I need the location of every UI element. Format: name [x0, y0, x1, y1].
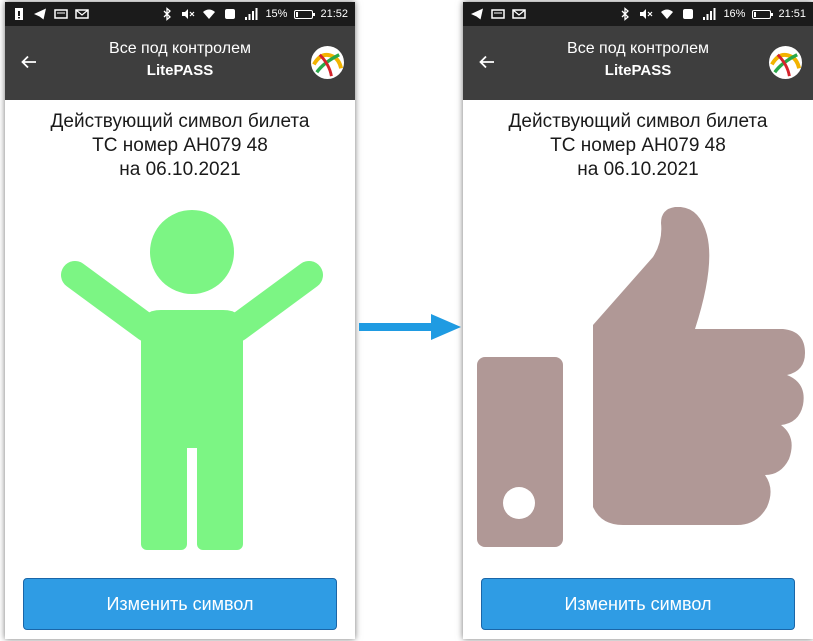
clock: 21:51 — [778, 8, 806, 20]
mail-icon — [75, 7, 89, 21]
battery-icon — [752, 9, 774, 19]
nfc-icon — [681, 7, 695, 21]
battery-icon — [294, 9, 316, 19]
status-bar: 15% 21:52 — [5, 2, 355, 26]
child-figure-icon — [61, 210, 323, 550]
ticket-date: на 06.10.2021 — [119, 159, 241, 180]
status-bar: 16% 21:51 — [463, 2, 813, 26]
wifi-icon — [660, 7, 674, 21]
app-toolbar: Все под контролем LitePASS — [463, 26, 813, 100]
notification-icon — [12, 7, 26, 21]
transition-arrow-icon — [359, 312, 463, 342]
signal-icon — [702, 7, 716, 21]
app-toolbar: Все под контролем LitePASS — [5, 26, 355, 100]
phone-screen-before: 15% 21:52 Все под контролем LitePASS Дей… — [5, 2, 355, 639]
wifi-icon — [202, 7, 216, 21]
telegram-icon — [33, 7, 47, 21]
bluetooth-icon — [618, 7, 632, 21]
signal-icon — [244, 7, 258, 21]
app-subtitle: LitePASS — [146, 62, 214, 79]
app-subtitle: LitePASS — [604, 62, 672, 79]
mute-icon — [639, 7, 653, 21]
app-logo-icon — [310, 45, 345, 80]
phone-screen-after: 16% 21:51 Все под контролем LitePASS Дей… — [463, 2, 813, 639]
clock: 21:52 — [320, 8, 348, 20]
vehicle-number: ТС номер АН079 48 — [550, 135, 726, 156]
battery-percent: 16% — [723, 8, 746, 20]
thumbs-up-icon — [475, 206, 805, 549]
ticket-date: на 06.10.2021 — [577, 159, 699, 180]
ticket-heading: Действующий символ билета — [508, 111, 768, 132]
app-title: Все под контролем — [109, 40, 251, 57]
mail-icon — [512, 7, 526, 21]
change-symbol-button[interactable]: Изменить символ — [23, 578, 337, 630]
battery-percent: 15% — [265, 8, 288, 20]
telegram-icon — [470, 7, 484, 21]
bluetooth-icon — [160, 7, 174, 21]
ticket-heading: Действующий символ билета — [50, 111, 310, 132]
app-logo-icon — [768, 45, 803, 80]
message-icon — [54, 7, 68, 21]
nfc-icon — [223, 7, 237, 21]
change-symbol-button[interactable]: Изменить символ — [481, 578, 795, 630]
ticket-info: Действующий символ билета ТС номер АН079… — [5, 110, 355, 182]
message-icon — [491, 7, 505, 21]
app-title: Все под контролем — [567, 40, 709, 57]
vehicle-number: ТС номер АН079 48 — [92, 135, 268, 156]
mute-icon — [181, 7, 195, 21]
ticket-info: Действующий символ билета ТС номер АН079… — [463, 110, 813, 182]
